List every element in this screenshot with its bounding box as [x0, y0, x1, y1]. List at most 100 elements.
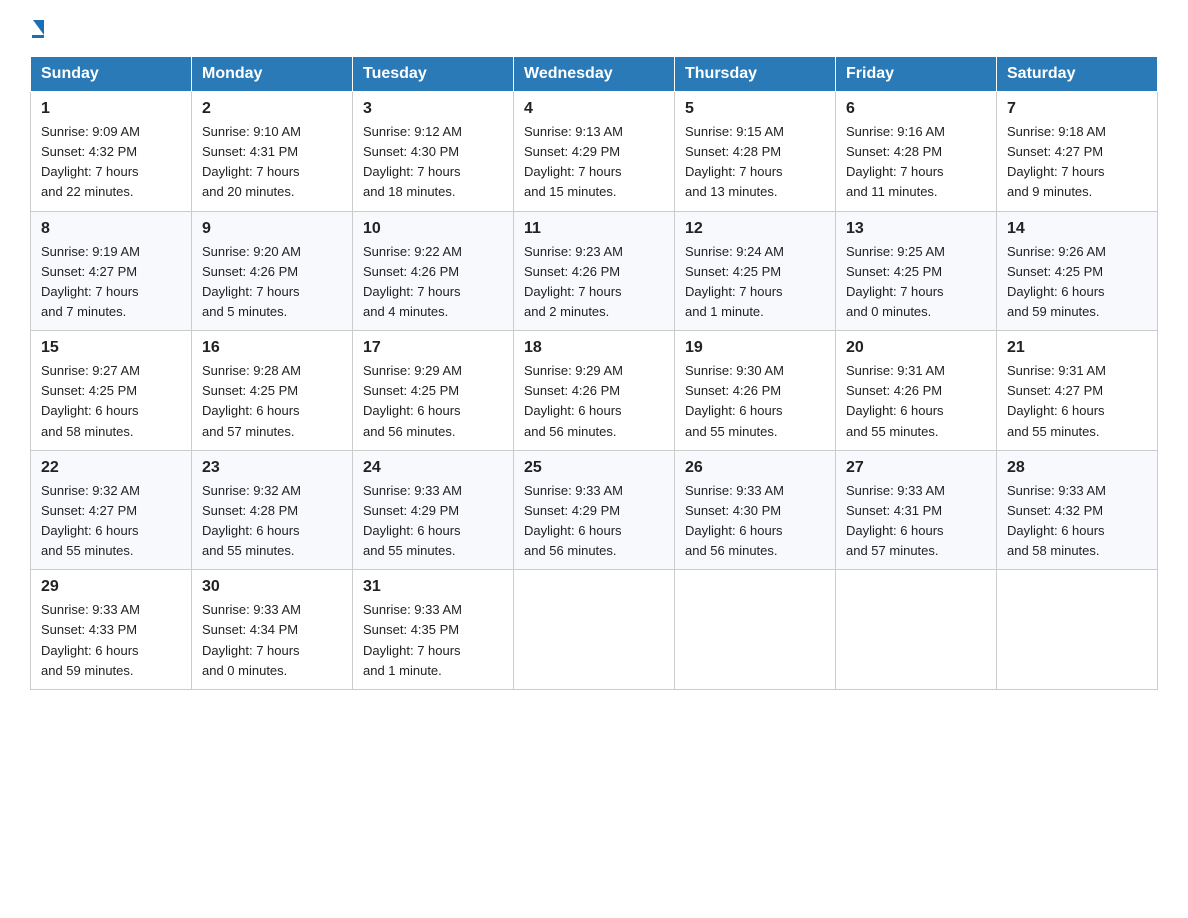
day-info: Sunrise: 9:33 AM Sunset: 4:32 PM Dayligh…	[1007, 481, 1147, 562]
day-info: Sunrise: 9:23 AM Sunset: 4:26 PM Dayligh…	[524, 242, 664, 323]
day-info: Sunrise: 9:13 AM Sunset: 4:29 PM Dayligh…	[524, 122, 664, 203]
logo-blue-part	[32, 20, 44, 38]
day-info: Sunrise: 9:10 AM Sunset: 4:31 PM Dayligh…	[202, 122, 342, 203]
calendar-cell: 13Sunrise: 9:25 AM Sunset: 4:25 PM Dayli…	[836, 211, 997, 331]
day-number: 4	[524, 100, 664, 118]
day-number: 16	[202, 339, 342, 357]
calendar-cell: 30 Sunrise: 9:33 AM Sunset: 4:34 PM Dayli…	[192, 570, 353, 690]
week-row-4: 22 Sunrise: 9:32 AM Sunset: 4:27 PM Dayli…	[31, 450, 1158, 570]
weekday-header-sunday: Sunday	[31, 57, 192, 92]
day-info: Sunrise: 9:33 AM Sunset: 4:29 PM Dayligh…	[363, 481, 503, 562]
calendar-cell: 3 Sunrise: 9:12 AM Sunset: 4:30 PM Daylig…	[353, 92, 514, 212]
calendar-cell: 10 Sunrise: 9:22 AM Sunset: 4:26 PM Dayli…	[353, 211, 514, 331]
day-number: 12	[685, 220, 825, 238]
day-info: Sunrise: 9:33 AM Sunset: 4:29 PM Dayligh…	[524, 481, 664, 562]
calendar-cell: 29 Sunrise: 9:33 AM Sunset: 4:33 PM Dayli…	[31, 570, 192, 690]
calendar-cell: 8 Sunrise: 9:19 AM Sunset: 4:27 PM Daylig…	[31, 211, 192, 331]
weekday-header-wednesday: Wednesday	[514, 57, 675, 92]
calendar-cell	[514, 570, 675, 690]
day-number: 18	[524, 339, 664, 357]
day-number: 3	[363, 100, 503, 118]
day-info: Sunrise: 9:22 AM Sunset: 4:26 PM Dayligh…	[363, 242, 503, 323]
day-info: Sunrise: 9:27 AM Sunset: 4:25 PM Dayligh…	[41, 361, 181, 442]
day-info: Sunrise: 9:12 AM Sunset: 4:30 PM Dayligh…	[363, 122, 503, 203]
day-info: Sunrise: 9:26 AM Sunset: 4:25 PM Dayligh…	[1007, 242, 1147, 323]
weekday-header-thursday: Thursday	[675, 57, 836, 92]
day-info: Sunrise: 9:32 AM Sunset: 4:27 PM Dayligh…	[41, 481, 181, 562]
calendar-cell: 25Sunrise: 9:33 AM Sunset: 4:29 PM Dayli…	[514, 450, 675, 570]
calendar-cell: 17 Sunrise: 9:29 AM Sunset: 4:25 PM Dayli…	[353, 331, 514, 451]
calendar-cell: 24 Sunrise: 9:33 AM Sunset: 4:29 PM Dayli…	[353, 450, 514, 570]
calendar-cell: 20 Sunrise: 9:31 AM Sunset: 4:26 PM Dayli…	[836, 331, 997, 451]
day-number: 5	[685, 100, 825, 118]
calendar-cell: 4 Sunrise: 9:13 AM Sunset: 4:29 PM Daylig…	[514, 92, 675, 212]
calendar-cell: 27Sunrise: 9:33 AM Sunset: 4:31 PM Dayli…	[836, 450, 997, 570]
day-number: 19	[685, 339, 825, 357]
day-info: Sunrise: 9:25 AM Sunset: 4:25 PM Dayligh…	[846, 242, 986, 323]
logo-blue-text	[32, 20, 44, 35]
day-info: Sunrise: 9:33 AM Sunset: 4:33 PM Dayligh…	[41, 600, 181, 681]
day-number: 24	[363, 459, 503, 477]
calendar-cell: 5Sunrise: 9:15 AM Sunset: 4:28 PM Daylig…	[675, 92, 836, 212]
day-number: 27	[846, 459, 986, 477]
day-info: Sunrise: 9:09 AM Sunset: 4:32 PM Dayligh…	[41, 122, 181, 203]
day-info: Sunrise: 9:33 AM Sunset: 4:35 PM Dayligh…	[363, 600, 503, 681]
day-number: 21	[1007, 339, 1147, 357]
calendar-cell: 9 Sunrise: 9:20 AM Sunset: 4:26 PM Daylig…	[192, 211, 353, 331]
calendar-cell	[836, 570, 997, 690]
day-number: 9	[202, 220, 342, 238]
calendar-cell: 21 Sunrise: 9:31 AM Sunset: 4:27 PM Dayli…	[997, 331, 1158, 451]
weekday-header-friday: Friday	[836, 57, 997, 92]
calendar-cell: 28 Sunrise: 9:33 AM Sunset: 4:32 PM Dayli…	[997, 450, 1158, 570]
day-number: 7	[1007, 100, 1147, 118]
day-number: 30	[202, 578, 342, 596]
weekday-header-monday: Monday	[192, 57, 353, 92]
day-info: Sunrise: 9:32 AM Sunset: 4:28 PM Dayligh…	[202, 481, 342, 562]
calendar-cell: 11Sunrise: 9:23 AM Sunset: 4:26 PM Dayli…	[514, 211, 675, 331]
day-number: 14	[1007, 220, 1147, 238]
day-info: Sunrise: 9:31 AM Sunset: 4:26 PM Dayligh…	[846, 361, 986, 442]
calendar-cell: 16 Sunrise: 9:28 AM Sunset: 4:25 PM Dayli…	[192, 331, 353, 451]
day-info: Sunrise: 9:33 AM Sunset: 4:34 PM Dayligh…	[202, 600, 342, 681]
calendar-cell: 19Sunrise: 9:30 AM Sunset: 4:26 PM Dayli…	[675, 331, 836, 451]
day-number: 8	[41, 220, 181, 238]
day-number: 22	[41, 459, 181, 477]
logo-triangle-icon	[33, 20, 44, 35]
day-number: 31	[363, 578, 503, 596]
calendar-cell: 7 Sunrise: 9:18 AM Sunset: 4:27 PM Daylig…	[997, 92, 1158, 212]
week-row-2: 8 Sunrise: 9:19 AM Sunset: 4:27 PM Daylig…	[31, 211, 1158, 331]
day-info: Sunrise: 9:29 AM Sunset: 4:25 PM Dayligh…	[363, 361, 503, 442]
weekday-header-saturday: Saturday	[997, 57, 1158, 92]
calendar-cell: 31 Sunrise: 9:33 AM Sunset: 4:35 PM Dayli…	[353, 570, 514, 690]
calendar-cell: 6Sunrise: 9:16 AM Sunset: 4:28 PM Daylig…	[836, 92, 997, 212]
day-info: Sunrise: 9:18 AM Sunset: 4:27 PM Dayligh…	[1007, 122, 1147, 203]
day-info: Sunrise: 9:19 AM Sunset: 4:27 PM Dayligh…	[41, 242, 181, 323]
logo-underline	[32, 35, 44, 38]
day-number: 1	[41, 100, 181, 118]
calendar-cell	[997, 570, 1158, 690]
week-row-3: 15Sunrise: 9:27 AM Sunset: 4:25 PM Dayli…	[31, 331, 1158, 451]
calendar-cell: 26 Sunrise: 9:33 AM Sunset: 4:30 PM Dayli…	[675, 450, 836, 570]
day-number: 26	[685, 459, 825, 477]
calendar-cell: 18Sunrise: 9:29 AM Sunset: 4:26 PM Dayli…	[514, 331, 675, 451]
day-number: 17	[363, 339, 503, 357]
day-number: 20	[846, 339, 986, 357]
day-info: Sunrise: 9:31 AM Sunset: 4:27 PM Dayligh…	[1007, 361, 1147, 442]
day-number: 28	[1007, 459, 1147, 477]
day-number: 10	[363, 220, 503, 238]
calendar-cell: 12Sunrise: 9:24 AM Sunset: 4:25 PM Dayli…	[675, 211, 836, 331]
day-info: Sunrise: 9:20 AM Sunset: 4:26 PM Dayligh…	[202, 242, 342, 323]
day-info: Sunrise: 9:16 AM Sunset: 4:28 PM Dayligh…	[846, 122, 986, 203]
page-header	[30, 20, 1158, 38]
day-info: Sunrise: 9:33 AM Sunset: 4:30 PM Dayligh…	[685, 481, 825, 562]
calendar-table: SundayMondayTuesdayWednesdayThursdayFrid…	[30, 56, 1158, 690]
day-info: Sunrise: 9:28 AM Sunset: 4:25 PM Dayligh…	[202, 361, 342, 442]
calendar-cell: 22 Sunrise: 9:32 AM Sunset: 4:27 PM Dayli…	[31, 450, 192, 570]
day-number: 23	[202, 459, 342, 477]
day-number: 29	[41, 578, 181, 596]
calendar-cell: 23 Sunrise: 9:32 AM Sunset: 4:28 PM Dayli…	[192, 450, 353, 570]
logo	[30, 20, 44, 38]
weekday-header-row: SundayMondayTuesdayWednesdayThursdayFrid…	[31, 57, 1158, 92]
day-number: 2	[202, 100, 342, 118]
week-row-5: 29 Sunrise: 9:33 AM Sunset: 4:33 PM Dayli…	[31, 570, 1158, 690]
